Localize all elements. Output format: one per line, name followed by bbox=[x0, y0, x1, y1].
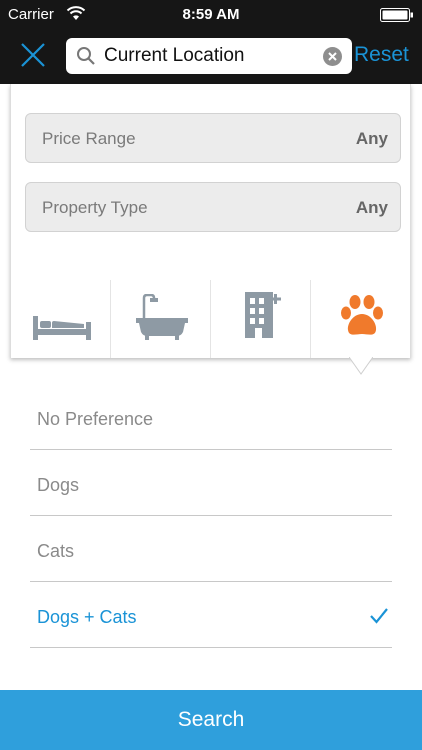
building-icon bbox=[245, 292, 281, 338]
option-label: Dogs bbox=[37, 475, 80, 495]
price-range-value: Any bbox=[355, 129, 388, 148]
bathtub-icon bbox=[136, 294, 188, 340]
list-item[interactable]: Cats bbox=[30, 516, 392, 582]
clock: 8:59 AM bbox=[182, 6, 240, 23]
tab-pointer bbox=[349, 357, 373, 375]
paw-icon bbox=[341, 295, 383, 335]
search-button[interactable]: Search bbox=[0, 690, 422, 750]
tab-bedrooms[interactable] bbox=[11, 280, 111, 358]
price-range-label: Price Range bbox=[42, 129, 136, 148]
option-label: Dogs + Cats bbox=[37, 607, 137, 627]
list-item[interactable]: Dogs bbox=[30, 450, 392, 516]
close-icon[interactable] bbox=[18, 40, 48, 70]
tab-pets[interactable] bbox=[311, 280, 411, 358]
bed-icon bbox=[33, 316, 91, 340]
battery-icon bbox=[380, 8, 413, 22]
option-label: No Preference bbox=[37, 409, 154, 429]
price-range-field[interactable]: Price Range Any bbox=[25, 113, 401, 163]
tab-property[interactable] bbox=[211, 280, 311, 358]
reset-button[interactable]: Reset bbox=[354, 43, 409, 67]
location-search-input[interactable]: Current Location bbox=[66, 38, 352, 74]
property-type-label: Property Type bbox=[42, 198, 148, 217]
list-item[interactable]: No Preference bbox=[30, 384, 392, 450]
tab-bathrooms[interactable] bbox=[111, 280, 211, 358]
search-input-value[interactable]: Current Location bbox=[104, 45, 244, 67]
pet-options-list: No Preference Dogs Cats Dogs + Cats bbox=[30, 384, 392, 648]
property-type-field[interactable]: Property Type Any bbox=[25, 182, 401, 232]
top-bar: Carrier 8:59 AM Current Location Reset bbox=[0, 0, 422, 84]
checkmark-icon bbox=[370, 608, 388, 624]
category-tabs bbox=[11, 280, 411, 358]
list-item[interactable]: Dogs + Cats bbox=[30, 582, 392, 648]
filter-card: Price Range Any Property Type Any bbox=[10, 84, 411, 358]
property-type-value: Any bbox=[355, 198, 388, 217]
search-icon bbox=[77, 47, 95, 65]
status-bar: Carrier 8:59 AM bbox=[0, 0, 422, 30]
clear-icon[interactable] bbox=[323, 47, 342, 66]
option-label: Cats bbox=[37, 541, 75, 561]
